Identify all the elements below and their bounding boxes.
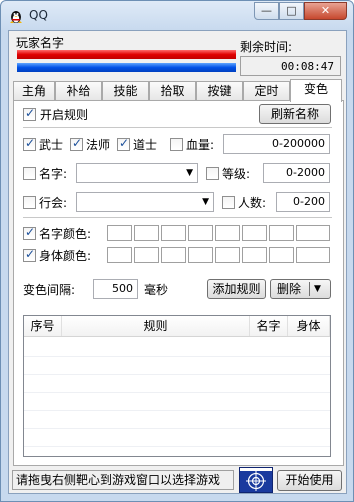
col-header-name[interactable]: 名字 xyxy=(250,316,288,336)
table-row-line xyxy=(24,392,330,393)
hp-range-input[interactable]: 0-200000 xyxy=(223,134,330,154)
table-row-line xyxy=(24,428,330,429)
count-range-input[interactable]: 0-200 xyxy=(276,192,330,212)
name-color-swatch[interactable] xyxy=(269,225,294,241)
delete-button-label: 删除 xyxy=(277,282,302,296)
status-bar: 请拖曳右侧靶心到游戏窗口以选择游戏 开始使用 xyxy=(9,467,346,493)
rules-table[interactable]: 序号 规则 名字 身体 xyxy=(23,315,331,457)
col-header-index[interactable]: 序号 xyxy=(24,316,62,336)
color-tab-panel: 开启规则 刷新名称 武士 法师 道士 血量: 0-200000 名字: ▼ 等级… xyxy=(13,100,344,466)
chevron-down-icon: ▼ xyxy=(186,168,193,178)
enable-rule-label: 开启规则 xyxy=(40,108,89,122)
crosshair-target-icon[interactable] xyxy=(239,467,273,493)
divider xyxy=(23,127,332,128)
name-checkbox[interactable] xyxy=(23,167,36,180)
divider xyxy=(23,217,332,218)
minimize-button[interactable]: — xyxy=(254,2,279,20)
taoist-label: 道士 xyxy=(133,138,158,152)
client-area: 玩家名字 剩余时间: 00:08:47 主角 补给 技能 拾取 按键 定时 变色… xyxy=(8,30,347,494)
guild-label: 行会: xyxy=(39,196,68,210)
name-color-swatch[interactable] xyxy=(296,225,330,241)
table-row-line xyxy=(24,374,330,375)
tab-pickup[interactable]: 拾取 xyxy=(149,81,196,100)
col-header-rule[interactable]: 规则 xyxy=(62,316,250,336)
window-title: QQ xyxy=(29,8,48,22)
count-label: 人数: xyxy=(238,196,267,210)
tab-keys[interactable]: 按键 xyxy=(196,81,243,100)
remaining-time-label: 剩余时间: xyxy=(240,40,293,54)
split-divider xyxy=(309,282,310,296)
body-color-swatch[interactable] xyxy=(188,247,213,263)
table-row-line xyxy=(24,410,330,411)
hp-checkbox[interactable] xyxy=(170,138,183,151)
body-color-swatch[interactable] xyxy=(215,247,240,263)
level-label: 等级: xyxy=(222,167,251,181)
name-color-swatch[interactable] xyxy=(107,225,132,241)
hp-bar xyxy=(17,50,236,59)
player-name: 玩家名字 xyxy=(16,36,65,50)
name-color-label: 名字颜色: xyxy=(39,227,92,241)
mp-bar xyxy=(17,63,236,72)
header-divider xyxy=(24,336,330,337)
refresh-names-button[interactable]: 刷新名称 xyxy=(259,104,331,124)
enable-rule-checkbox[interactable] xyxy=(23,106,36,121)
name-color-swatch[interactable] xyxy=(134,225,159,241)
body-color-swatch[interactable] xyxy=(269,247,294,263)
chevron-down-icon[interactable]: ▼ xyxy=(314,280,321,298)
table-row-line xyxy=(24,356,330,357)
remaining-time-value: 00:08:47 xyxy=(240,56,341,76)
guild-checkbox[interactable] xyxy=(23,196,36,209)
warrior-checkbox[interactable] xyxy=(23,136,36,151)
tab-color[interactable]: 变色 xyxy=(290,79,342,102)
level-range-input[interactable]: 0-2000 xyxy=(263,163,330,183)
name-color-checkbox[interactable] xyxy=(23,225,36,240)
chevron-down-icon: ▼ xyxy=(202,197,209,207)
name-color-swatch[interactable] xyxy=(161,225,186,241)
delete-split-button[interactable]: 删除 ▼ xyxy=(270,279,331,299)
name-label: 名字: xyxy=(39,167,68,181)
body-color-label: 身体颜色: xyxy=(39,249,92,263)
body-color-checkbox[interactable] xyxy=(23,247,36,262)
body-color-swatch[interactable] xyxy=(161,247,186,263)
maximize-button[interactable]: □ xyxy=(279,2,304,20)
main-window: QQ — □ ✕ 玩家名字 剩余时间: 00:08:47 主角 补给 技能 拾取… xyxy=(0,0,354,502)
body-color-swatch[interactable] xyxy=(242,247,267,263)
taoist-checkbox[interactable] xyxy=(117,136,130,151)
col-header-body[interactable]: 身体 xyxy=(288,316,330,336)
tab-strip: 主角 补给 技能 拾取 按键 定时 变色 xyxy=(13,79,344,102)
close-button[interactable]: ✕ xyxy=(304,2,347,20)
status-hint: 请拖曳右侧靶心到游戏窗口以选择游戏 xyxy=(12,470,234,490)
body-color-swatch[interactable] xyxy=(296,247,330,263)
body-color-swatch[interactable] xyxy=(107,247,132,263)
start-button[interactable]: 开始使用 xyxy=(277,470,342,491)
qq-penguin-icon xyxy=(8,8,24,24)
warrior-label: 武士 xyxy=(39,138,64,152)
mage-checkbox[interactable] xyxy=(70,136,83,151)
level-checkbox[interactable] xyxy=(206,167,219,180)
name-color-swatch[interactable] xyxy=(188,225,213,241)
tab-skills[interactable]: 技能 xyxy=(102,81,149,100)
count-checkbox[interactable] xyxy=(222,196,235,209)
table-row-line xyxy=(24,446,330,447)
guild-select[interactable]: ▼ xyxy=(76,192,214,212)
name-color-swatch[interactable] xyxy=(242,225,267,241)
name-select[interactable]: ▼ xyxy=(76,163,198,183)
tab-timer[interactable]: 定时 xyxy=(243,81,290,100)
interval-label: 变色间隔: xyxy=(23,283,76,297)
mage-label: 法师 xyxy=(86,138,111,152)
name-color-swatch[interactable] xyxy=(215,225,240,241)
interval-input[interactable]: 500 xyxy=(93,279,138,299)
tab-main[interactable]: 主角 xyxy=(13,81,55,100)
hp-label: 血量: xyxy=(186,138,215,152)
tab-supply[interactable]: 补给 xyxy=(55,81,102,100)
body-color-swatch[interactable] xyxy=(134,247,159,263)
title-bar[interactable]: QQ — □ ✕ xyxy=(1,1,353,31)
interval-unit: 毫秒 xyxy=(144,283,169,297)
add-rule-button[interactable]: 添加规则 xyxy=(207,279,266,299)
